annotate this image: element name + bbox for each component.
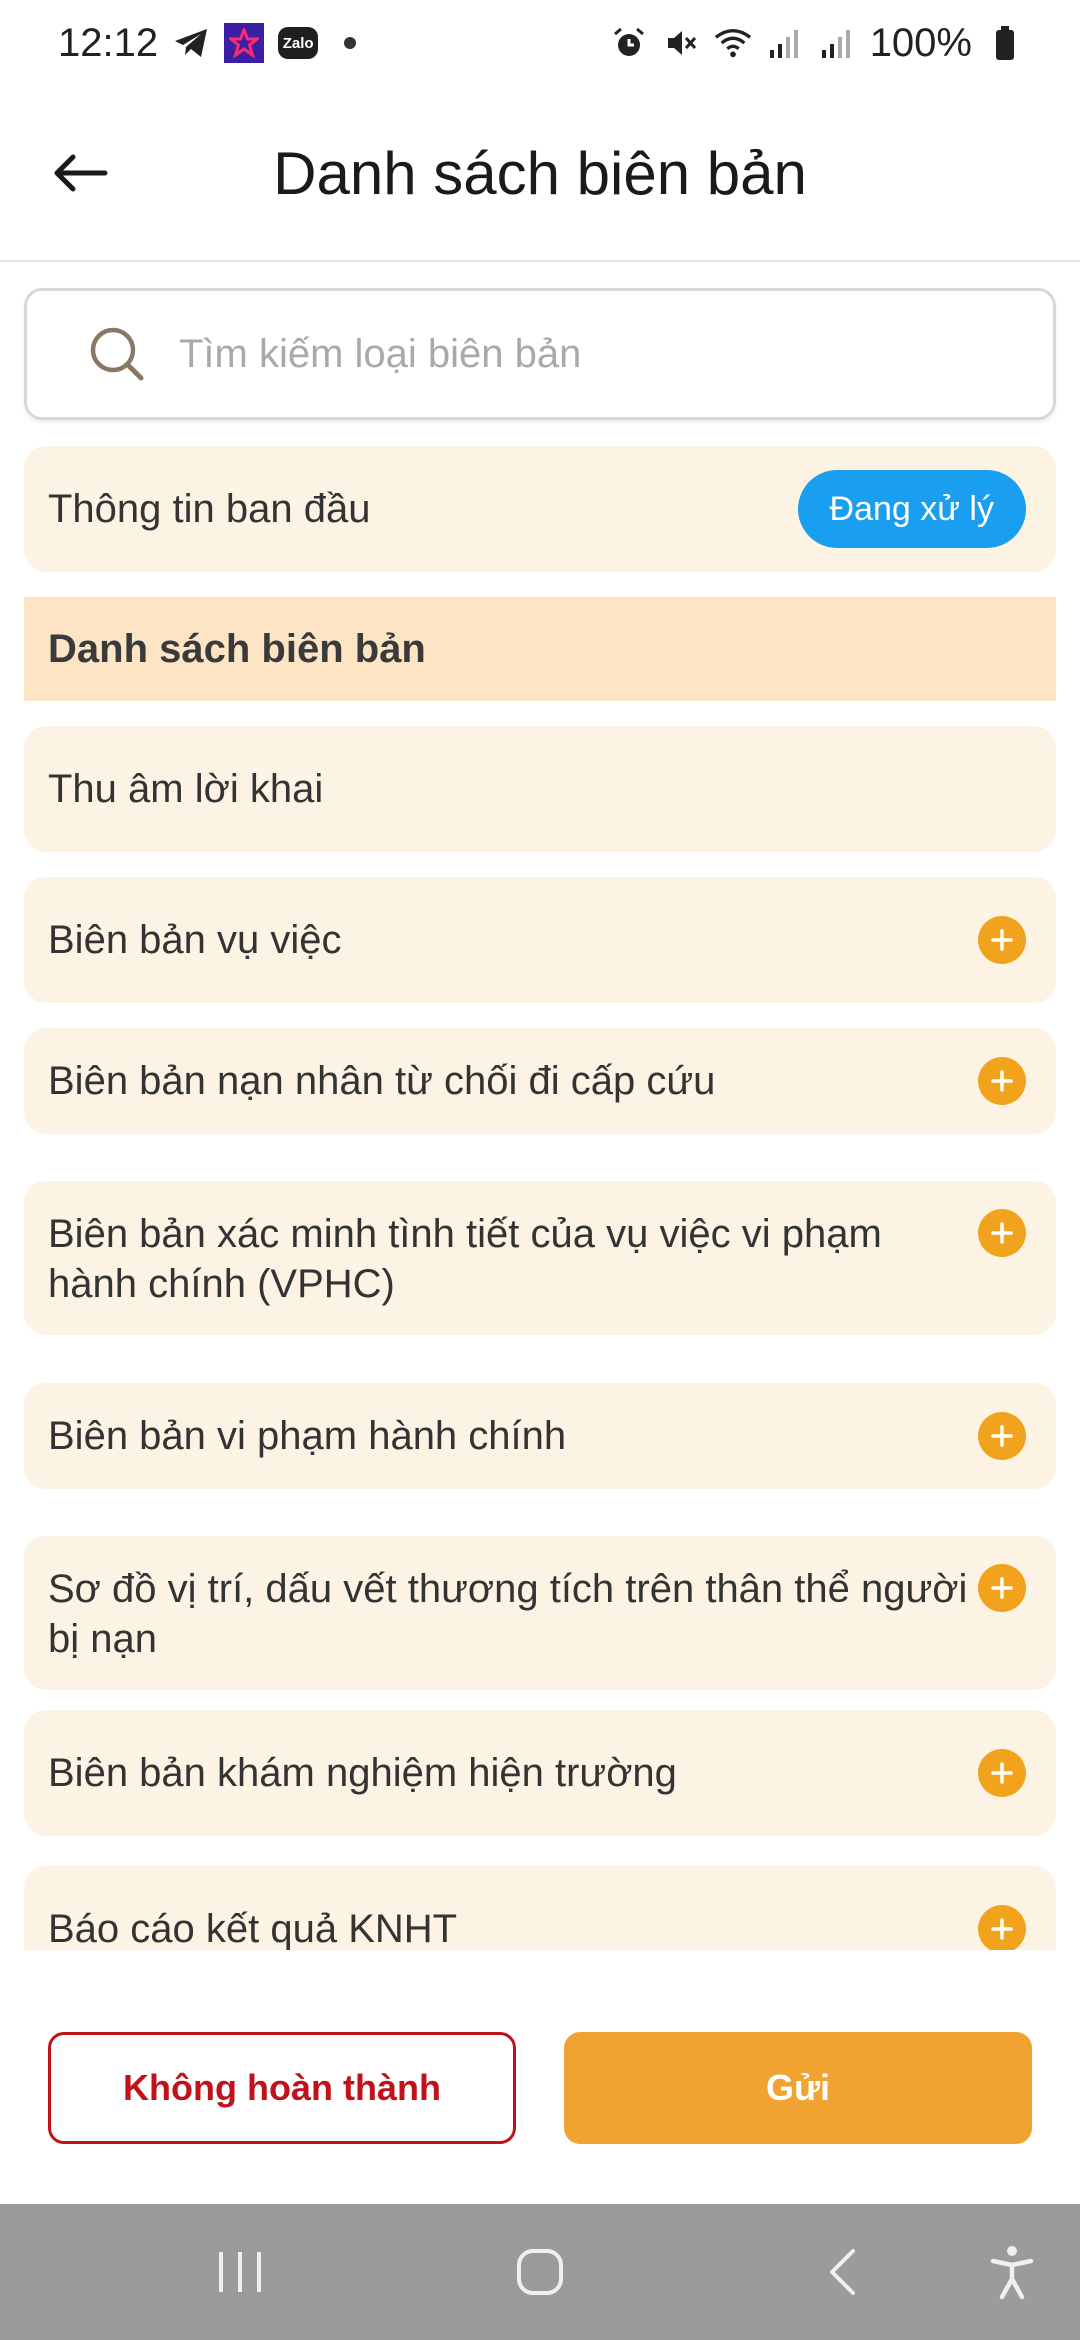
record-item-incident-report[interactable]: Biên bản vụ việc [24,877,1056,1003]
zalo-icon: Zalo [278,27,319,59]
signal-icon-1 [766,24,804,62]
search-input[interactable] [179,331,1053,377]
record-item-label: Báo cáo kết quả KNHT [48,1907,458,1950]
alarm-icon [610,24,648,62]
record-item-label: Sơ đồ vị trí, dấu vết thương tích trên t… [48,1567,968,1661]
back-arrow-icon [54,154,108,192]
signal-icon-2 [818,24,856,62]
home-icon [517,2249,563,2295]
telegram-icon [172,24,210,62]
battery-icon [986,24,1024,62]
incomplete-button[interactable]: Không hoàn thành [48,2032,516,2144]
record-item-label: Biên bản xác minh tình tiết của vụ việc … [48,1212,882,1306]
accessibility-icon [990,2246,1034,2299]
accessibility-button[interactable] [990,2245,1034,2299]
status-right: 100% [610,21,1024,66]
system-nav-bar [0,2204,1080,2340]
more-notifications-dot [344,37,357,49]
add-icon[interactable] [978,1412,1026,1460]
status-left: 12:12 Zalo [58,21,610,66]
status-badge[interactable]: Đang xử lý [797,470,1026,548]
star-app-icon [224,23,265,63]
back-nav-button[interactable] [827,2248,857,2296]
add-icon[interactable] [978,916,1026,964]
add-icon[interactable] [978,1749,1026,1797]
record-item-scene-inspection[interactable]: Biên bản khám nghiệm hiện trường [24,1710,1056,1836]
back-button[interactable] [44,137,116,209]
search-box[interactable] [24,288,1056,420]
record-item-injury-diagram[interactable]: Sơ đồ vị trí, dấu vết thương tích trên t… [24,1536,1056,1690]
page-title: Danh sách biên bản [273,139,807,207]
battery-percent: 100% [869,20,972,65]
initial-info-card[interactable]: Thông tin ban đầu Đang xử lý [24,446,1056,572]
wifi-icon [714,24,752,62]
record-item-label: Biên bản nạn nhân từ chối đi cấp cứu [48,1059,716,1103]
initial-info-label: Thông tin ban đầu [48,487,371,531]
app-header: Danh sách biên bản [0,86,1080,262]
add-icon[interactable] [978,1564,1026,1612]
send-button[interactable]: Gửi [564,2032,1032,2144]
record-item-label: Biên bản khám nghiệm hiện trường [48,1751,677,1795]
record-item-verification[interactable]: Biên bản xác minh tình tiết của vụ việc … [24,1181,1056,1335]
add-icon[interactable] [978,1209,1026,1257]
status-time: 12:12 [58,20,159,65]
record-item-knht-report[interactable]: Báo cáo kết quả KNHT [24,1866,1056,1950]
status-bar: 12:12 Zalo 100% [0,0,1080,86]
record-item-label: Thu âm lời khai [48,767,324,811]
section-header: Danh sách biên bản [24,597,1056,701]
search-icon [90,327,144,381]
home-button[interactable] [516,2248,564,2296]
add-icon[interactable] [978,1057,1026,1105]
add-icon[interactable] [978,1905,1026,1950]
record-item-victim-refusal[interactable]: Biên bản nạn nhân từ chối đi cấp cứu [24,1028,1056,1134]
record-item-admin-violation[interactable]: Biên bản vi phạm hành chính [24,1383,1056,1489]
recent-apps-button[interactable] [217,2250,263,2294]
back-nav-icon [830,2249,855,2295]
record-item-label: Biên bản vụ việc [48,918,342,962]
record-item-audio-testimony[interactable]: Thu âm lời khai [24,726,1056,852]
record-item-label: Biên bản vi phạm hành chính [48,1414,567,1458]
recent-apps-icon [219,2252,261,2292]
record-list: Thu âm lời khai Biên bản vụ việc Biên bả… [0,720,1080,1950]
mute-icon [662,24,700,62]
